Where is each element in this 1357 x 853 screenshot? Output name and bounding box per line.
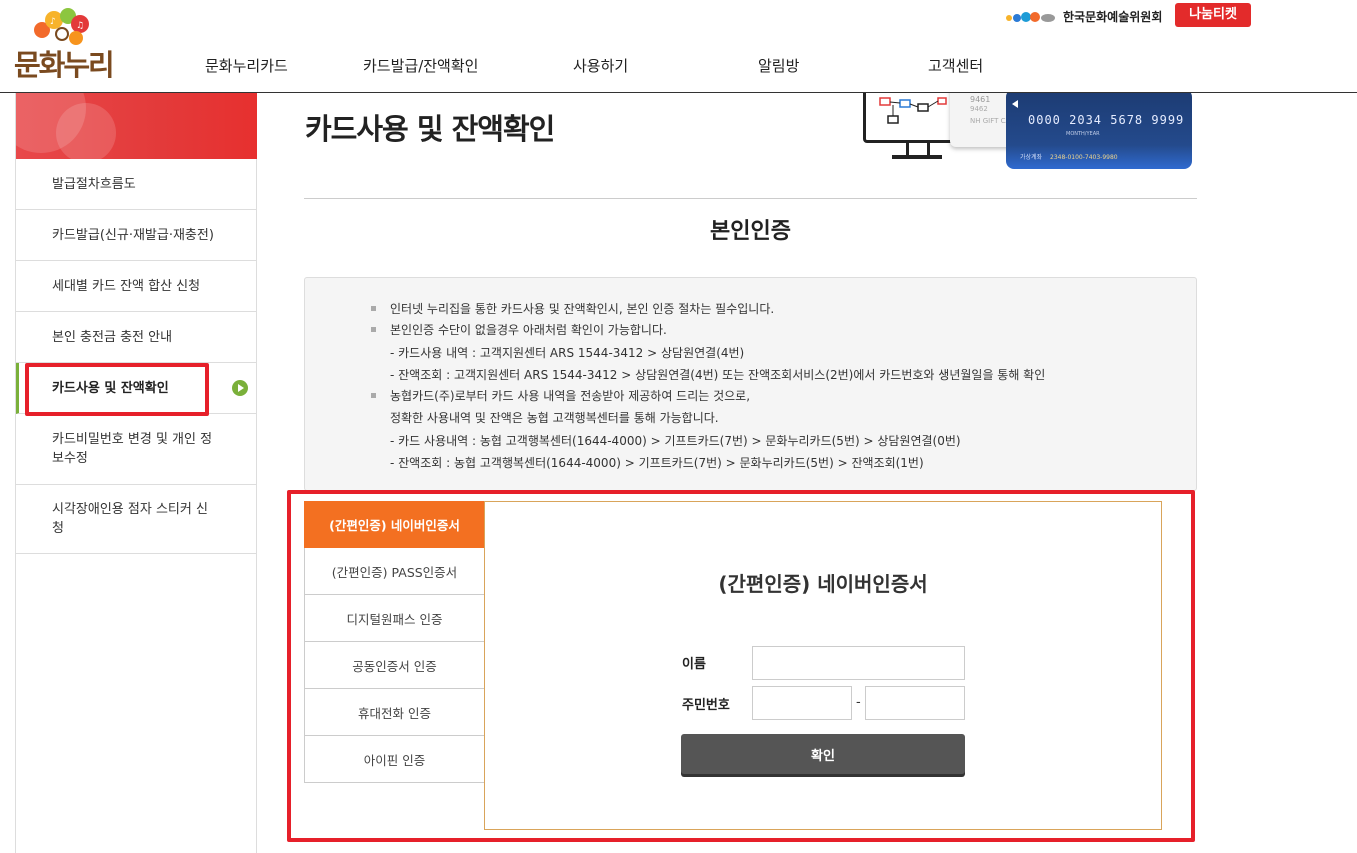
section-title: 본인인증: [710, 219, 791, 244]
sidebar-item-label: 카드비밀번호 변경 및 개인 정보수정: [52, 432, 213, 466]
svg-text:♫: ♫: [76, 21, 84, 31]
tab-mobile-phone[interactable]: 휴대전화 인증: [304, 689, 485, 736]
sidebar-item-self-charge[interactable]: 본인 충전금 충전 안내: [16, 312, 256, 363]
org-name: 한국문화예술위원회: [1063, 10, 1163, 24]
card-account: 가상계좌 2348-0100-7403-9980: [1020, 152, 1118, 161]
notice-line: 농협카드(주)로부터 카드 사용 내역을 전송받아 제공하여 드리는 것으로,: [370, 389, 751, 403]
card-white-number: 9461: [970, 95, 991, 104]
gnb-item-support[interactable]: 고객센터: [928, 55, 983, 76]
auth-panel: (간편인증) 네이버인증서 이름 주민번호 - 확인: [484, 501, 1162, 830]
sidebar-banner: [16, 93, 257, 159]
tab-digital-onepass[interactable]: 디지털원패스 인증: [304, 595, 485, 642]
page-title: 카드사용 및 잔액확인: [305, 112, 555, 146]
sidebar-item-household-balance[interactable]: 세대별 카드 잔액 합산 신청: [16, 261, 256, 312]
logo-text: 문화누리: [14, 48, 115, 82]
auth-method-tabs: (간편인증) 네이버인증서 (간편인증) PASS인증서 디지털원패스 인증 공…: [304, 501, 485, 783]
notice-box: 인터넷 누리집을 통한 카드사용 및 잔액확인시, 본인 인증 절차는 필수입니…: [304, 277, 1197, 491]
sidebar-item-label: 발급절차흐름도: [52, 176, 136, 192]
site-logo[interactable]: ♪ ♫ 문화누리: [12, 8, 132, 82]
sidebar-item-label: 카드발급(신규·재발급·재충전): [52, 227, 214, 243]
gnb-item-usage[interactable]: 사용하기: [573, 55, 628, 76]
card-white-sub: 9462: [970, 105, 988, 113]
highlight-box-sidebar: [25, 363, 209, 416]
tab-naver-cert[interactable]: (간편인증) 네이버인증서: [304, 501, 485, 548]
notice-line: 정확한 사용내역 및 잔액은 농협 고객행복센터를 통해 가능합니다.: [390, 411, 719, 425]
card-number: 0000 2034 5678 9999: [1028, 113, 1185, 127]
sidebar-item-label: 본인 충전금 충전 안내: [52, 329, 173, 345]
sidebar-item-card-issue[interactable]: 카드발급(신규·재발급·재충전): [16, 210, 256, 261]
sidebar: 발급절차흐름도 카드발급(신규·재발급·재충전) 세대별 카드 잔액 합산 신청…: [15, 93, 257, 853]
sidebar-item-password-change[interactable]: 카드비밀번호 변경 및 개인 정보수정: [16, 414, 256, 485]
title-divider: [304, 198, 1197, 199]
notice-line: - 카드사용 내역 : 고객지원센터 ARS 1544-3412 > 상담원연결…: [390, 346, 745, 360]
name-label: 이름: [682, 657, 706, 672]
site-header: ♪ ♫ 문화누리 문화누리카드 카드발급/잔액확인 사용하기 알림방 고객센터 …: [0, 0, 1357, 93]
card-expiry-label: MONTH/YEAR: [1066, 131, 1100, 137]
notice-line: - 카드 사용내역 : 농협 고객행복센터(1644-4000) > 기프트카드…: [390, 434, 961, 448]
svg-text:♪: ♪: [50, 17, 56, 27]
tab-ipin[interactable]: 아이핀 인증: [304, 736, 485, 783]
hero-illustration: 9461 9462 NH GIFT CA 0000 2034 5678 9999…: [860, 93, 1196, 169]
sidebar-item-label: 시각장애인용 점자 스티커 신청: [52, 502, 208, 536]
arrow-right-icon: [232, 380, 248, 396]
name-input[interactable]: [752, 646, 965, 680]
sidebar-item-label: 세대별 카드 잔액 합산 신청: [52, 278, 201, 294]
nanum-ticket-link[interactable]: 나눔티켓: [1175, 3, 1251, 27]
auth-panel-title: (간편인증) 네이버인증서: [718, 572, 928, 596]
gnb-item-issue-balance[interactable]: 카드발급/잔액확인: [363, 55, 478, 76]
sidebar-item-braille-sticker[interactable]: 시각장애인용 점자 스티커 신청: [16, 485, 256, 554]
org-logo-icon: [1006, 12, 1055, 22]
rrn-front-input[interactable]: [752, 686, 852, 720]
confirm-button[interactable]: 확인: [681, 734, 965, 774]
rrn-back-input[interactable]: [865, 686, 965, 720]
monitor-base: [892, 155, 942, 159]
tab-pass-cert[interactable]: (간편인증) PASS인증서: [304, 548, 485, 595]
notice-line: 본인인증 수단이 없을경우 아래처럼 확인이 가능합니다.: [371, 323, 667, 337]
triangle-left-icon: [1012, 100, 1018, 108]
tab-joint-cert[interactable]: 공동인증서 인증: [304, 642, 485, 689]
card-white-label: NH GIFT CA: [970, 117, 1011, 125]
sidebar-item-issue-flow[interactable]: 발급절차흐름도: [16, 159, 256, 210]
rrn-separator: -: [856, 695, 861, 710]
gnb-item-card[interactable]: 문화누리카드: [205, 55, 288, 76]
card-account-number: 2348-0100-7403-9980: [1050, 154, 1118, 161]
card-account-label: 가상계좌: [1020, 154, 1043, 161]
gnb-item-notice[interactable]: 알림방: [758, 55, 799, 76]
notice-line: - 잔액조회 : 농협 고객행복센터(1644-4000) > 기프트카드(7번…: [390, 456, 924, 470]
notice-line: 인터넷 누리집을 통한 카드사용 및 잔액확인시, 본인 인증 절차는 필수입니…: [370, 302, 775, 316]
notice-line: - 잔액조회 : 고객지원센터 ARS 1544-3412 > 상담원연결(4번…: [390, 368, 1046, 382]
culture-card-image: 0000 2034 5678 9999 MONTH/YEAR 가상계좌 2348…: [1006, 93, 1192, 169]
rrn-label: 주민번호: [682, 698, 730, 713]
